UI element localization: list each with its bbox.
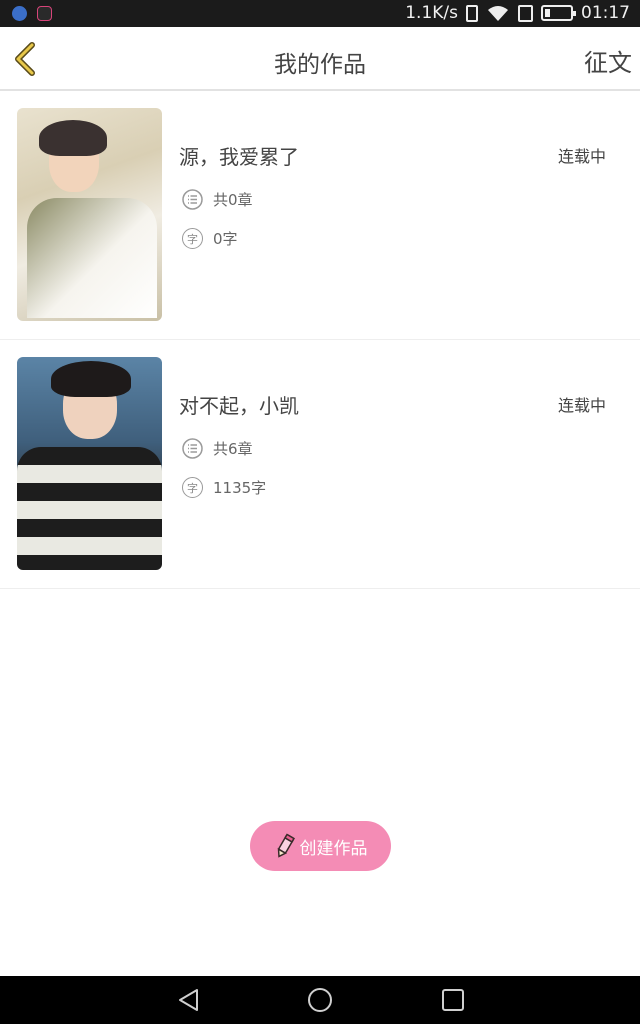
word-count-row: 字 0字 <box>182 228 238 249</box>
work-cover-image[interactable] <box>17 357 162 570</box>
square-recent-icon[interactable] <box>440 987 466 1013</box>
work-item[interactable]: 源，我爱累了 连载中 共0章 字 0字 <box>0 91 640 340</box>
circle-home-icon[interactable] <box>307 987 333 1013</box>
battery-icon <box>541 5 576 21</box>
network-speed: 1.1K/s <box>405 3 458 23</box>
chapter-count: 共6章 <box>213 440 253 458</box>
clock: 01:17 <box>581 3 630 23</box>
work-title: 对不起，小凯 <box>179 394 299 418</box>
work-item[interactable]: 对不起，小凯 连载中 共6章 字 1135字 <box>0 340 640 589</box>
system-nav-bar <box>0 976 640 1024</box>
list-icon <box>182 438 203 459</box>
app-header: 我的作品 征文 <box>0 27 640 91</box>
list-icon <box>182 189 203 210</box>
app-notification-icon <box>12 6 27 21</box>
sim-icon <box>518 4 533 22</box>
work-status: 连载中 <box>557 147 606 166</box>
essay-contest-button[interactable]: 征文 <box>584 43 632 78</box>
notification-icons <box>12 6 52 21</box>
word-count: 1135字 <box>213 479 267 497</box>
work-status: 连载中 <box>557 396 606 415</box>
word-count: 0字 <box>213 230 238 248</box>
chapter-count: 共0章 <box>213 191 253 209</box>
status-right: 1.1K/s 01:17 <box>405 3 630 23</box>
chapter-count-row: 共6章 <box>182 438 253 459</box>
character-icon: 字 <box>182 228 203 249</box>
character-icon: 字 <box>182 477 203 498</box>
status-bar: 1.1K/s 01:17 <box>0 0 640 27</box>
triangle-back-icon[interactable] <box>176 987 202 1013</box>
create-work-button[interactable]: 创建作品 <box>250 821 391 871</box>
pencil-icon <box>277 833 295 858</box>
page-title: 我的作品 <box>274 52 366 78</box>
app-notification-icon <box>37 6 52 21</box>
vibrate-icon <box>466 4 478 22</box>
create-work-label: 创建作品 <box>299 838 368 859</box>
word-count-row: 字 1135字 <box>182 477 266 498</box>
chapter-count-row: 共0章 <box>182 189 253 210</box>
work-title: 源，我爱累了 <box>179 145 299 169</box>
wifi-icon <box>488 5 508 21</box>
work-cover-image[interactable] <box>17 108 162 321</box>
